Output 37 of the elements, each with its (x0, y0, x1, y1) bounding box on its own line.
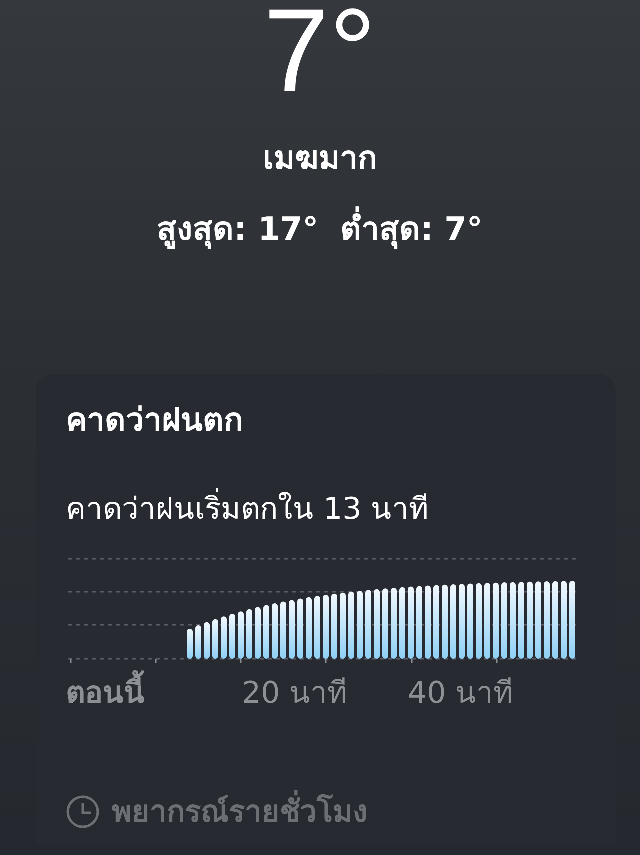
rain-bar (272, 603, 278, 659)
card-title: คาดว่าฝนตก (66, 400, 244, 441)
clock-icon (66, 794, 100, 828)
high-temperature: สูงสุด: 17° (157, 209, 319, 251)
precipitation-summary: คาดว่าฝนเริ่มตกใน 13 นาที (66, 485, 616, 532)
rain-bar (230, 614, 236, 659)
condition-text: เมฆมาก (263, 138, 377, 179)
rain-bar (255, 607, 261, 659)
rain-bar (366, 590, 372, 659)
rain-bar (204, 622, 210, 659)
rain-bar (400, 587, 406, 659)
axis-label: 20 นาที (242, 675, 349, 713)
rain-bar (196, 626, 202, 659)
rain-bar (289, 600, 295, 659)
rain-bar (221, 616, 227, 659)
axis-label: 40 นาที (408, 675, 515, 713)
rain-bar (323, 594, 329, 659)
rain-bar (246, 609, 252, 659)
rain-bar (212, 619, 218, 659)
rain-bar (332, 594, 338, 659)
rain-bar (298, 598, 304, 659)
rain-bar (187, 629, 193, 659)
rain-bar (382, 588, 388, 659)
rain-bar (280, 602, 286, 659)
rain-bar (306, 597, 312, 659)
rain-bar (264, 605, 270, 659)
temperature: 7° (264, 0, 376, 110)
rain-bar (391, 588, 397, 659)
rain-bar (348, 592, 354, 659)
axis-label: ตอนนี้ (66, 669, 242, 716)
low-temperature: ต่ำสุด: 7° (340, 203, 483, 254)
rain-bar (374, 589, 380, 659)
rain-bar (340, 592, 346, 659)
rain-bar (238, 612, 244, 659)
rain-bar (357, 590, 363, 659)
hourly-forecast-link[interactable]: พยากรณ์รายชั่วโมง (112, 788, 368, 835)
rain-bar (314, 596, 320, 659)
